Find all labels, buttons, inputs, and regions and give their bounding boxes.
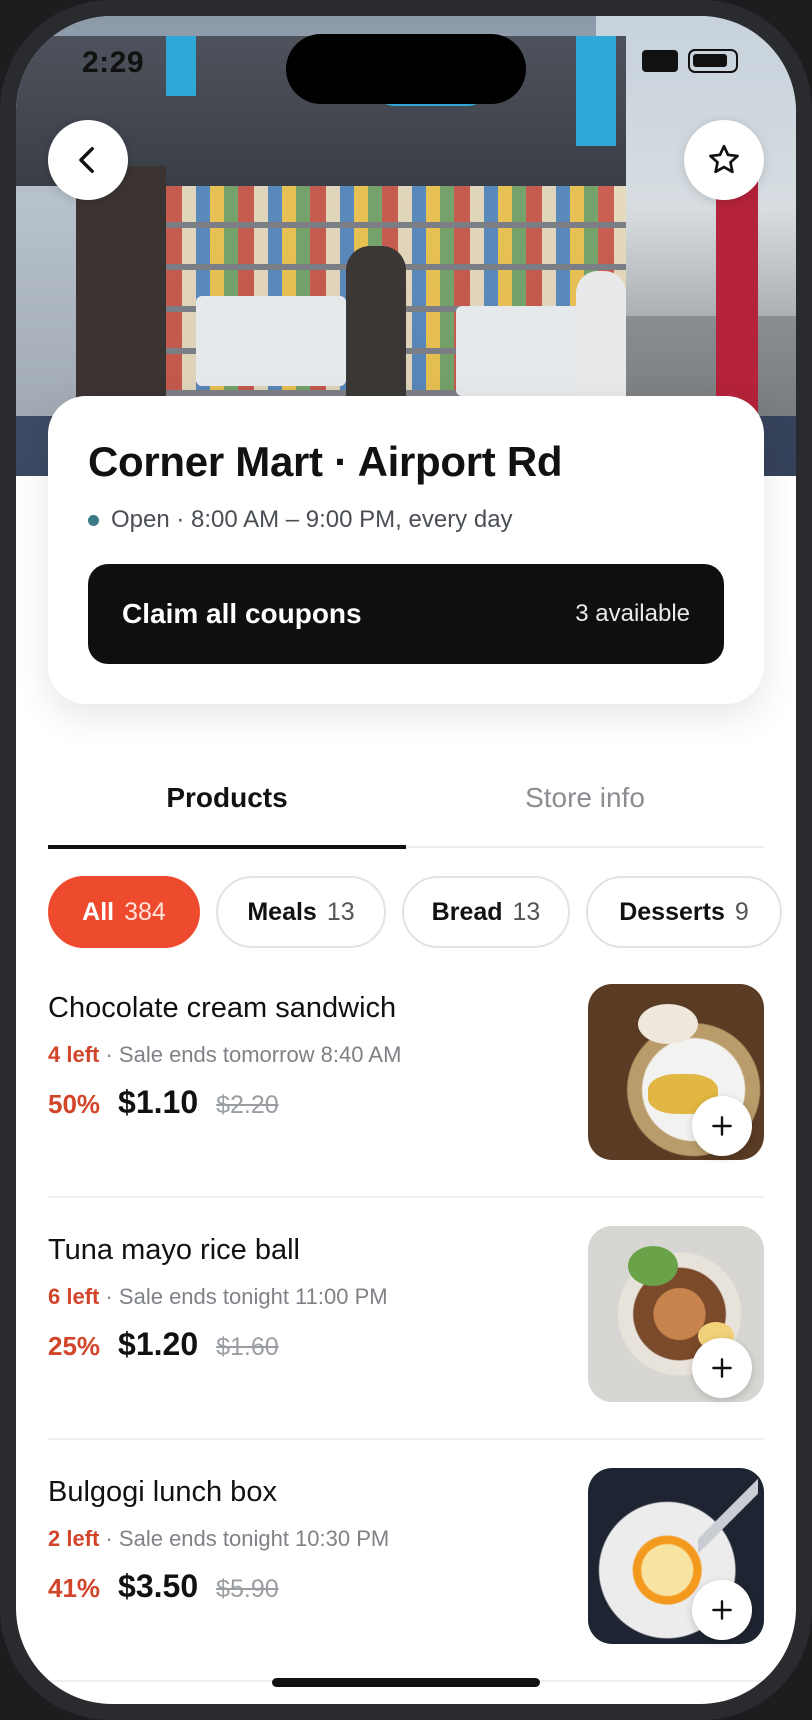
tab-bar: Products Store info bbox=[48, 756, 764, 849]
home-indicator[interactable] bbox=[272, 1678, 540, 1687]
add-to-cart-button[interactable] bbox=[692, 1338, 752, 1398]
product-meta: 4 left · Sale ends tomorrow 8:40 AM bbox=[48, 1042, 401, 1068]
product-name: Tuna mayo rice ball bbox=[48, 1234, 300, 1266]
add-to-cart-button[interactable] bbox=[692, 1580, 752, 1640]
claim-coupons-button[interactable]: Claim all coupons 3 available bbox=[88, 564, 724, 664]
store-name: Corner Mart · Airport Rd bbox=[88, 438, 563, 485]
original-price: $2.20 bbox=[216, 1091, 279, 1119]
price-row: 50% $1.10 $2.20 bbox=[48, 1084, 279, 1121]
store-hours-text: Open · 8:00 AM – 9:00 PM, every day bbox=[111, 506, 513, 533]
chip-label: Bread bbox=[431, 897, 503, 926]
discount-percent: 41% bbox=[48, 1573, 101, 1603]
chip-count: 9 bbox=[734, 897, 749, 926]
sale-price: $1.10 bbox=[118, 1084, 199, 1120]
category-chip-bread[interactable]: Bread 13 bbox=[402, 876, 570, 948]
price-row: 41% $3.50 $5.90 bbox=[48, 1568, 279, 1605]
tab-store-info-label: Store info bbox=[525, 782, 645, 813]
active-tab-indicator bbox=[48, 845, 406, 849]
chevron-left-icon bbox=[79, 146, 94, 174]
product-meta: 2 left · Sale ends tonight 10:30 PM bbox=[48, 1526, 389, 1552]
back-button[interactable] bbox=[48, 120, 128, 200]
chip-label: Desserts bbox=[619, 897, 725, 926]
signal-icon bbox=[642, 50, 678, 72]
add-to-cart-button[interactable] bbox=[692, 1096, 752, 1156]
list-divider bbox=[48, 1438, 764, 1440]
sale-ends: · Sale ends tonight 11:00 PM bbox=[105, 1284, 388, 1309]
category-chip-all[interactable]: All 384 bbox=[48, 876, 200, 948]
list-divider bbox=[48, 1196, 764, 1198]
app-screen: 2:29 Corner Mart · Airport Rd Open · 8:0… bbox=[16, 16, 796, 1704]
plus-icon bbox=[712, 1116, 732, 1136]
open-status-dot bbox=[88, 514, 99, 526]
stock-left: 6 left bbox=[48, 1284, 100, 1309]
plus-icon bbox=[712, 1600, 732, 1620]
product-meta: 6 left · Sale ends tonight 11:00 PM bbox=[48, 1284, 388, 1310]
sale-ends: · Sale ends tonight 10:30 PM bbox=[105, 1526, 390, 1551]
original-price: $1.60 bbox=[216, 1333, 279, 1361]
tab-products[interactable]: Products bbox=[48, 756, 406, 848]
discount-percent: 25% bbox=[48, 1331, 101, 1361]
star-icon bbox=[709, 144, 739, 174]
battery-icon bbox=[688, 49, 738, 73]
coupon-count: 3 available bbox=[575, 600, 690, 627]
claim-coupons-label: Claim all coupons bbox=[122, 598, 362, 629]
original-price: $5.90 bbox=[216, 1575, 279, 1603]
tab-products-label: Products bbox=[166, 782, 288, 813]
dynamic-island bbox=[286, 34, 526, 104]
chip-count: 13 bbox=[326, 897, 355, 926]
product-name: Chocolate cream sandwich bbox=[48, 992, 397, 1024]
stock-left: 4 left bbox=[48, 1042, 100, 1067]
favorite-button[interactable] bbox=[684, 120, 764, 200]
discount-percent: 50% bbox=[48, 1089, 101, 1119]
product-item[interactable]: Bulgogi lunch box 2 left · Sale ends ton… bbox=[48, 1468, 764, 1704]
store-hours: Open · 8:00 AM – 9:00 PM, every day bbox=[88, 506, 513, 534]
category-chip-desserts[interactable]: Desserts 9 bbox=[586, 876, 782, 948]
category-chip-meals[interactable]: Meals 13 bbox=[216, 876, 386, 948]
status-time: 2:29 bbox=[82, 46, 145, 79]
phone-frame: 2:29 Corner Mart · Airport Rd Open · 8:0… bbox=[0, 0, 812, 1720]
product-name: Bulgogi lunch box bbox=[48, 1476, 277, 1508]
sale-ends: · Sale ends tomorrow 8:40 AM bbox=[105, 1042, 402, 1067]
chip-label: Meals bbox=[247, 897, 317, 926]
chip-label: All bbox=[82, 897, 115, 926]
stock-left: 2 left bbox=[48, 1526, 100, 1551]
sale-price: $3.50 bbox=[118, 1568, 199, 1604]
tab-store-info[interactable]: Store info bbox=[406, 756, 764, 848]
chip-count: 13 bbox=[512, 897, 541, 926]
plus-icon bbox=[712, 1358, 732, 1378]
chip-count: 384 bbox=[124, 897, 166, 926]
sale-price: $1.20 bbox=[118, 1326, 199, 1362]
store-card: Corner Mart · Airport Rd Open · 8:00 AM … bbox=[48, 396, 764, 704]
price-row: 25% $1.20 $1.60 bbox=[48, 1326, 279, 1363]
